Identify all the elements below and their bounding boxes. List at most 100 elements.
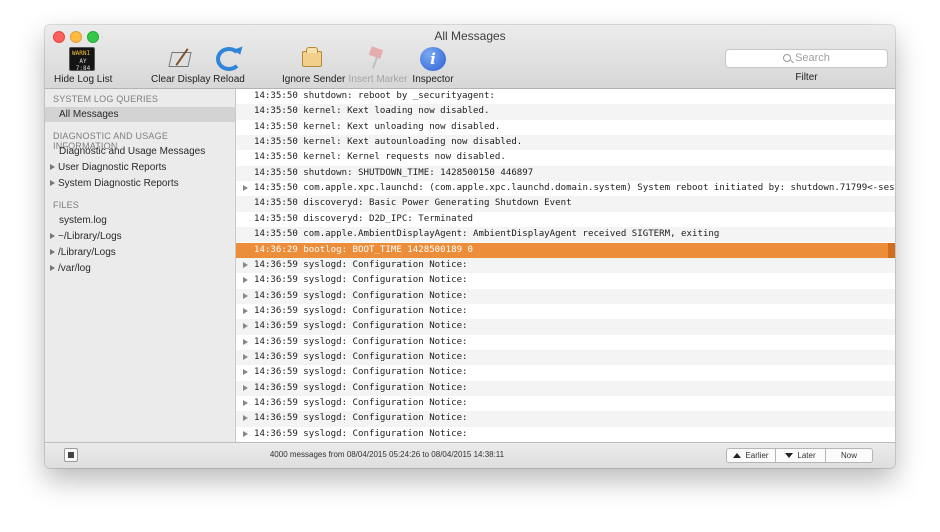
disclosure-triangle-icon[interactable] — [50, 233, 55, 239]
sidebar-section-files: FILES — [53, 200, 80, 210]
disclosure-triangle-icon[interactable] — [243, 369, 248, 376]
disclosure-triangle-icon[interactable] — [50, 265, 55, 271]
reload-button[interactable]: Reload — [213, 46, 245, 85]
log-row[interactable]: 14:35:50 kernel: Kext autounloading now … — [236, 135, 895, 151]
disclosure-triangle-icon[interactable] — [243, 353, 248, 360]
log-row-text: 14:36:59 syslogd: Configuration Notice: — [254, 290, 468, 301]
message-count-status: 4000 messages from 08/04/2015 05:24:26 t… — [269, 450, 505, 459]
log-row-text: 14:35:50 kernel: Kernel requests now dis… — [254, 152, 506, 163]
sidebar-item-library-logs[interactable]: /Library/Logs — [45, 245, 235, 260]
sidebar-item-var-log[interactable]: /var/log — [45, 261, 235, 276]
clear-display-icon — [167, 47, 193, 71]
info-icon: i — [420, 47, 446, 71]
log-row[interactable]: 14:35:50 discoveryd: D2D_IPC: Terminated — [236, 212, 895, 227]
log-row-text: 14:36:59 syslogd: Configuration Notice: — [254, 305, 468, 316]
log-row[interactable]: 14:36:59 syslogd: Configuration Notice: — [236, 411, 895, 427]
log-row-text: 14:35:50 kernel: Kext loading now disabl… — [254, 106, 490, 117]
log-row-text: 14:36:29 bootlog: BOOT_TIME 1428500189 0 — [254, 244, 473, 255]
sidebar-item-all-messages[interactable]: All Messages — [45, 107, 235, 122]
insert-marker-label: Insert Marker — [348, 74, 408, 85]
log-row[interactable]: 14:35:50 shutdown: reboot by _securityag… — [236, 89, 895, 104]
log-row-text: 14:36:59 syslogd: Configuration Notice: — [254, 259, 468, 270]
ignore-sender-button[interactable]: Ignore Sender — [282, 47, 346, 85]
search-placeholder: Search — [795, 52, 830, 64]
inspector-button[interactable]: i Inspector — [411, 47, 455, 85]
status-bar: 4000 messages from 08/04/2015 05:24:26 t… — [45, 442, 895, 468]
console-window: All Messages WARNI AY 7:84 Hide Log List… — [45, 25, 895, 468]
console-icon: WARNI AY 7:84 — [69, 47, 95, 72]
log-row[interactable]: 14:36:59 syslogd: Configuration Notice: — [236, 273, 895, 288]
show-sidebar-icon[interactable] — [64, 448, 78, 462]
down-arrow-icon — [785, 453, 794, 458]
disclosure-triangle-icon[interactable] — [243, 261, 248, 268]
log-row-text: 14:35:50 com.apple.xpc.launchd: (com.app… — [254, 183, 895, 194]
sidebar-item-user-diagnostic-reports[interactable]: User Diagnostic Reports — [45, 160, 235, 175]
log-row[interactable]: 14:35:50 kernel: Kext loading now disabl… — [236, 104, 895, 120]
disclosure-triangle-icon[interactable] — [243, 415, 248, 422]
title-toolbar: All Messages WARNI AY 7:84 Hide Log List… — [45, 25, 895, 89]
sidebar: SYSTEM LOG QUERIES All Messages DIAGNOST… — [45, 89, 236, 442]
disclosure-triangle-icon[interactable] — [243, 277, 248, 284]
earlier-button[interactable]: Earlier — [726, 448, 776, 463]
reload-label: Reload — [213, 74, 245, 85]
log-row[interactable]: 14:35:50 kernel: Kernel requests now dis… — [236, 150, 895, 165]
log-row-text: 14:36:59 syslogd: Configuration Notice: — [254, 398, 468, 408]
log-row[interactable]: 14:36:59 syslogd: Configuration Notice: — [236, 349, 895, 366]
log-row[interactable]: 14:36:59 syslogd: Configuration Notice: — [236, 257, 895, 274]
search-icon — [783, 54, 792, 62]
sidebar-item-diagnostic-usage-messages[interactable]: Diagnostic and Usage Messages — [45, 144, 235, 159]
log-message-list[interactable]: 14:35:50 shutdown: reboot by _securityag… — [236, 89, 895, 442]
log-row[interactable]: 14:36:59 syslogd: Configuration Notice: — [236, 427, 895, 442]
hide-log-list-button[interactable]: WARNI AY 7:84 Hide Log List — [54, 47, 113, 85]
disclosure-triangle-icon[interactable] — [50, 164, 55, 170]
clear-display-button[interactable]: Clear Display — [151, 47, 210, 85]
log-row-text: 14:35:50 discoveryd: Basic Power Generat… — [254, 198, 572, 209]
disclosure-triangle-icon[interactable] — [243, 323, 248, 330]
log-row[interactable]: 14:35:50 com.apple.AmbientDisplayAgent: … — [236, 227, 895, 243]
log-row-text: 14:36:59 syslogd: Configuration Notice: — [254, 413, 468, 424]
log-row[interactable]: 14:36:59 syslogd: Configuration Notice: — [236, 304, 895, 319]
log-row[interactable]: 14:35:50 shutdown: SHUTDOWN_TIME: 142850… — [236, 165, 895, 182]
disclosure-triangle-icon[interactable] — [243, 338, 248, 345]
window-title: All Messages — [434, 29, 506, 43]
log-row-text: 14:35:50 shutdown: reboot by _securityag… — [254, 91, 495, 101]
log-row[interactable]: 14:35:50 com.apple.xpc.launchd: (com.app… — [236, 181, 895, 196]
sidebar-section-system-log-queries: SYSTEM LOG QUERIES — [53, 94, 159, 104]
log-row[interactable]: 14:36:59 syslogd: Configuration Notice: — [236, 288, 895, 304]
log-row-text: 14:36:59 syslogd: Configuration Notice: — [254, 275, 468, 286]
disclosure-triangle-icon[interactable] — [243, 430, 248, 437]
disclosure-triangle-icon[interactable] — [243, 292, 248, 299]
search-input[interactable]: Search — [725, 49, 888, 68]
log-row[interactable]: 14:36:59 syslogd: Configuration Notice: — [236, 380, 895, 396]
sidebar-item-user-library-logs[interactable]: ~/Library/Logs — [45, 229, 235, 244]
log-row-text: 14:36:59 syslogd: Configuration Notice: — [254, 367, 468, 378]
log-row[interactable]: 14:35:50 kernel: Kext unloading now disa… — [236, 120, 895, 135]
log-row[interactable]: 14:36:59 syslogd: Configuration Notice: — [236, 319, 895, 335]
inspector-label: Inspector — [412, 74, 454, 85]
hide-log-list-label: Hide Log List — [54, 74, 113, 85]
disclosure-triangle-icon[interactable] — [50, 180, 55, 186]
now-button[interactable]: Now — [825, 448, 873, 463]
disclosure-triangle-icon[interactable] — [243, 400, 248, 406]
later-button[interactable]: Later — [775, 448, 826, 463]
log-row-text: 14:36:59 syslogd: Configuration Notice: — [254, 428, 468, 439]
log-row[interactable]: 14:36:59 syslogd: Configuration Notice: — [236, 365, 895, 380]
filter-label: Filter — [795, 72, 818, 83]
sidebar-item-system-diagnostic-reports[interactable]: System Diagnostic Reports — [45, 176, 235, 191]
log-row-text: 14:35:50 shutdown: SHUTDOWN_TIME: 142850… — [254, 167, 534, 178]
selection-marker — [888, 242, 895, 258]
disclosure-triangle-icon[interactable] — [243, 384, 248, 391]
log-row[interactable]: 14:36:59 syslogd: Configuration Notice: — [236, 335, 895, 350]
disclosure-triangle-icon[interactable] — [243, 185, 248, 192]
log-row-text: 14:36:59 syslogd: Configuration Notice: — [254, 351, 468, 362]
ignore-sender-label: Ignore Sender — [282, 74, 346, 85]
insert-marker-button[interactable]: Insert Marker — [348, 46, 408, 85]
sidebar-item-system-log[interactable]: system.log — [45, 213, 235, 228]
log-row-text: 14:35:50 discoveryd: D2D_IPC: Terminated — [254, 213, 473, 224]
log-row[interactable]: 14:36:29 bootlog: BOOT_TIME 1428500189 0 — [236, 242, 895, 258]
log-row-text: 14:36:59 syslogd: Configuration Notice: — [254, 321, 468, 332]
log-row[interactable]: 14:36:59 syslogd: Configuration Notice: — [236, 396, 895, 411]
disclosure-triangle-icon[interactable] — [50, 249, 55, 255]
log-row[interactable]: 14:35:50 discoveryd: Basic Power Generat… — [236, 196, 895, 212]
disclosure-triangle-icon[interactable] — [243, 307, 248, 314]
